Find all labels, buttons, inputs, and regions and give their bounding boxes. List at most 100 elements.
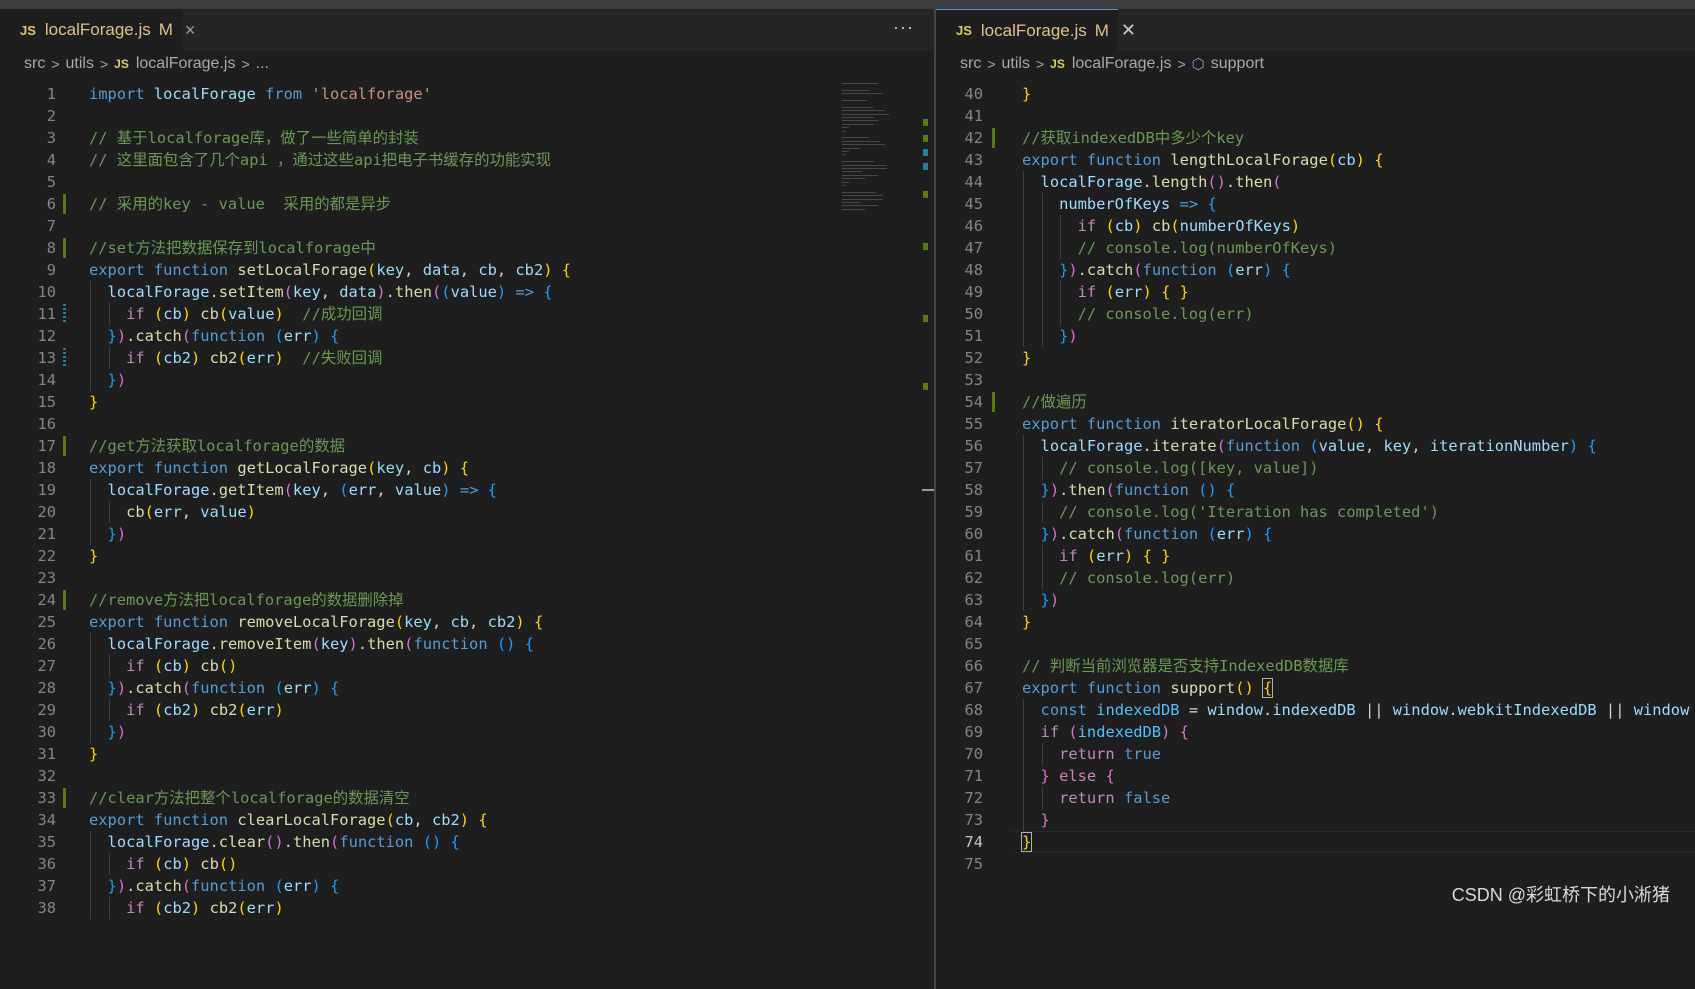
code-line[interactable]: 57 // console.log([key, value]) [936,457,1695,479]
code-editor[interactable]: 1 import localForage from 'localforage' 2 3… [0,83,934,919]
code-line[interactable]: 61 if (err) { } [936,545,1695,567]
code-line[interactable]: 9 export function setLocalForage(key, dat… [0,259,934,281]
breadcrumb-item-src[interactable]: src [24,55,45,73]
code-line[interactable]: 22} [0,545,934,567]
code-line[interactable]: 47 // console.log(numberOfKeys) [936,237,1695,259]
code-line[interactable]: 64} [936,611,1695,633]
code-line[interactable]: 48 }).catch(function (err) { [936,259,1695,281]
code-line[interactable]: 45 numberOfKeys => { [936,193,1695,215]
code-line[interactable]: 8 //set方法把数据保存到localforage中 [0,237,934,259]
code-line[interactable]: 18 export function getLocalForage(key, cb… [0,457,934,479]
code-line[interactable]: 62 // console.log(err) [936,567,1695,589]
overview-ruler[interactable] [920,83,934,989]
code-line[interactable]: 28 }).catch(function (err) { [0,677,934,699]
code-editor[interactable]: 40} 41 42 //获取indexedDB中多少个key 43 export func… [936,83,1695,875]
code-line[interactable]: 3 // 基于localforage库，做了一些简单的封装 [0,127,934,149]
code-line[interactable]: 63 }) [936,589,1695,611]
scrollbar-position-indicator[interactable] [922,489,934,491]
code-line[interactable]: 68 const indexedDB = window.indexedDB ||… [936,699,1695,721]
close-icon[interactable]: × [185,20,196,41]
code-line[interactable]: 46 if (cb) cb(numberOfKeys) [936,215,1695,237]
code-line[interactable]: 42 //获取indexedDB中多少个key [936,127,1695,149]
gutter-added-marker[interactable] [992,392,995,412]
breadcrumb-item-utils[interactable]: utils [66,55,94,73]
gutter-added-marker[interactable] [992,128,995,148]
code-line[interactable]: 30 }) [0,721,934,743]
code-line[interactable]: 49 if (err) { } [936,281,1695,303]
code-line[interactable]: 4 // 这里面包含了几个api ，通过这些api把电子书缓存的功能实现 [0,149,934,171]
code-line[interactable]: 60 }).catch(function (err) { [936,523,1695,545]
code-line[interactable]: 1 import localForage from 'localforage' [0,83,934,105]
code-line[interactable]: 10 localForage.setItem(key, data).then((… [0,281,934,303]
code-line[interactable]: 65 [936,633,1695,655]
code-line[interactable]: 33 //clear方法把整个localforage的数据清空 [0,787,934,809]
breadcrumb-item-file[interactable]: localForage.js [1072,55,1172,73]
breadcrumb-item-utils[interactable]: utils [1002,55,1030,73]
code-line[interactable]: 14 }) [0,369,934,391]
more-actions-icon[interactable]: ··· [893,17,914,38]
code-line[interactable]: 37 }).catch(function (err) { [0,875,934,897]
code-line[interactable]: 69 if (indexedDB) { [936,721,1695,743]
code-line[interactable]: 55 export function iteratorLocalForage() … [936,413,1695,435]
code-line[interactable]: 26 localForage.removeItem(key).then(func… [0,633,934,655]
code-line[interactable]: 70 return true [936,743,1695,765]
gutter-added-marker[interactable] [63,436,66,456]
gutter-added-marker[interactable] [63,194,66,214]
code-line[interactable]: 38 if (cb2) cb2(err) [0,897,934,919]
code-line[interactable]: 15} [0,391,934,413]
code-line[interactable]: 66 // 判断当前浏览器是否支持IndexedDB数据库 [936,655,1695,677]
code-line[interactable]: 40} [936,83,1695,105]
code-line[interactable]: 17 //get方法获取localforage的数据 [0,435,934,457]
code-line[interactable]: 73 } [936,809,1695,831]
code-line[interactable]: 23 [0,567,934,589]
code-line[interactable]: 19 localForage.getItem(key, (err, value)… [0,479,934,501]
code-line[interactable]: 58 }).then(function () { [936,479,1695,501]
code-line[interactable]: 52} [936,347,1695,369]
code-line[interactable]: 71 } else { [936,765,1695,787]
code-line[interactable]: 7 [0,215,934,237]
code-line[interactable]: 31} [0,743,934,765]
code-line[interactable]: 50 // console.log(err) [936,303,1695,325]
breadcrumb-item-symbol[interactable]: support [1211,55,1264,73]
gutter-added-marker[interactable] [63,238,66,258]
code-line[interactable]: 72 return false [936,787,1695,809]
code-line[interactable]: 74} [936,831,1695,853]
code-line[interactable]: 20 cb(err, value) [0,501,934,523]
code-line[interactable]: 75 [936,853,1695,875]
code-line[interactable]: 34 export function clearLocalForage(cb, c… [0,809,934,831]
code-line[interactable]: 59 // console.log('Iteration has complet… [936,501,1695,523]
code-line[interactable]: 32 [0,765,934,787]
gutter-added-marker[interactable] [63,788,66,808]
code-line[interactable]: 2 [0,105,934,127]
code-line[interactable]: 6 // 采用的key - value 采用的都是异步 [0,193,934,215]
breadcrumb-item-file[interactable]: localForage.js [136,55,236,73]
code-line[interactable]: 16 [0,413,934,435]
breadcrumb-item-ellipsis[interactable]: ... [256,55,269,73]
code-line[interactable]: 27 if (cb) cb() [0,655,934,677]
code-line[interactable]: 35 localForage.clear().then(function () … [0,831,934,853]
code-line[interactable]: 56 localForage.iterate(function (value, … [936,435,1695,457]
minimap[interactable] [838,83,928,223]
left-editor-tab[interactable]: JS localForage.js M × [0,9,195,51]
gutter-modified-marker[interactable] [63,304,66,324]
code-line[interactable]: 11 if (cb) cb(value) //成功回调 [0,303,934,325]
code-line[interactable]: 43 export function lengthLocalForage(cb) … [936,149,1695,171]
code-line[interactable]: 44 localForage.length().then( [936,171,1695,193]
code-line[interactable]: 54 //做遍历 [936,391,1695,413]
code-line[interactable]: 13 if (cb2) cb2(err) //失败回调 [0,347,934,369]
breadcrumb-item-src[interactable]: src [960,55,981,73]
code-line[interactable]: 21 }) [0,523,934,545]
code-line[interactable]: 29 if (cb2) cb2(err) [0,699,934,721]
gutter-modified-marker[interactable] [63,348,66,368]
code-line[interactable]: 12 }).catch(function (err) { [0,325,934,347]
code-line[interactable]: 41 [936,105,1695,127]
code-line[interactable]: 51 }) [936,325,1695,347]
code-line[interactable]: 5 [0,171,934,193]
code-line[interactable]: 53 [936,369,1695,391]
gutter-added-marker[interactable] [63,590,66,610]
code-line[interactable]: 67 export function support() { [936,677,1695,699]
code-line[interactable]: 24 //remove方法把localforage的数据删除掉 [0,589,934,611]
close-icon[interactable]: ✕ [1121,20,1136,41]
code-line[interactable]: 36 if (cb) cb() [0,853,934,875]
code-line[interactable]: 25 export function removeLocalForage(key,… [0,611,934,633]
